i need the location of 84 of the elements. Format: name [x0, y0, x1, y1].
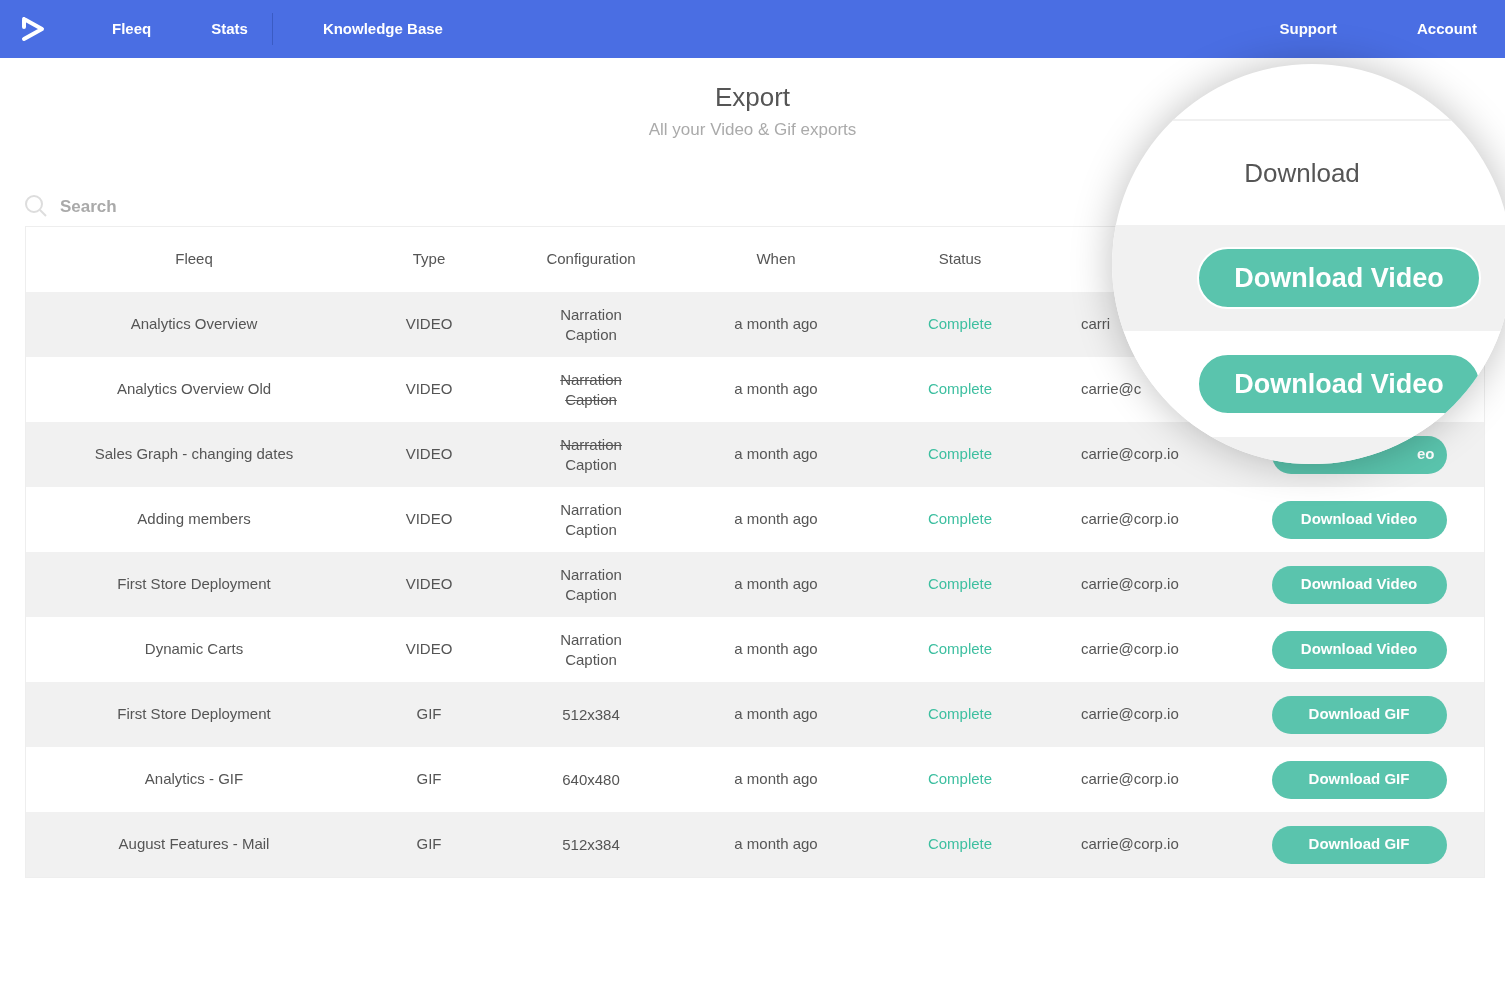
status-text: Complete	[927, 315, 993, 333]
user-email: carrie@corp.io	[1081, 510, 1179, 528]
fleeq-name: Analytics - GIF	[144, 770, 244, 788]
configuration-option: Narration	[496, 629, 686, 650]
fleeq-name: August Features - Mail	[118, 835, 270, 853]
page-subtitle: All your Video & Gif exports	[647, 119, 858, 141]
status-text: Complete	[927, 510, 993, 528]
configuration-option: Caption	[496, 649, 686, 670]
column-header: Type	[412, 250, 446, 268]
search-icon	[24, 194, 48, 219]
nav-link[interactable]: Knowledge Base	[322, 17, 443, 41]
fleeq-name: Sales Graph - changing dates	[94, 445, 294, 463]
user-email: carrie@corp.io	[1081, 705, 1179, 723]
status-text: Complete	[927, 770, 993, 788]
configuration-option: 512x384	[496, 704, 686, 725]
export-type: GIF	[416, 770, 442, 788]
search-field[interactable]: Search	[58, 192, 358, 220]
download-button[interactable]: Download GIF	[1271, 695, 1447, 734]
status-text: Complete	[927, 380, 993, 398]
export-time: a month ago	[734, 705, 818, 723]
configuration-option: Caption	[496, 389, 686, 410]
configuration-option: Narration	[496, 434, 686, 455]
user-email: carrie@corp.io	[1081, 445, 1179, 463]
user-email: carrie@corp.io	[1081, 575, 1179, 593]
export-type: VIDEO	[405, 315, 453, 333]
fleeq-name: First Store Deployment	[117, 705, 271, 723]
export-time: a month ago	[734, 640, 818, 658]
status-text: Complete	[927, 835, 993, 853]
download-button[interactable]: Download Video	[1271, 565, 1447, 604]
user-email: carri	[1081, 315, 1111, 333]
fleeq-name: Adding members	[137, 510, 251, 528]
download-button[interactable]: Download Video	[1197, 247, 1481, 309]
configuration-option: Caption	[496, 584, 686, 605]
configuration-option: Caption	[496, 454, 686, 475]
download-button[interactable]: Download GIF	[1271, 825, 1447, 864]
configuration-option: Narration	[496, 564, 686, 585]
export-time: a month ago	[734, 380, 818, 398]
logo-icon[interactable]	[20, 15, 46, 43]
column-header: Download	[1244, 156, 1360, 190]
column-header: When	[756, 250, 796, 268]
export-time: a month ago	[734, 445, 818, 463]
user-email: carrie@corp.io	[1081, 770, 1179, 788]
nav-link[interactable]: Account	[1417, 17, 1477, 41]
export-time: a month ago	[734, 315, 818, 333]
export-time: a month ago	[734, 770, 818, 788]
user-email: carrie@corp.io	[1081, 835, 1179, 853]
export-type: VIDEO	[405, 640, 453, 658]
fleeq-name: Analytics Overview Old	[116, 380, 272, 398]
export-type: GIF	[416, 835, 442, 853]
configuration-option: 640x480	[496, 769, 686, 790]
download-button[interactable]: Download GIF	[1271, 760, 1447, 799]
status-text: Complete	[927, 705, 993, 723]
export-type: VIDEO	[405, 445, 453, 463]
column-header: Configuration	[546, 250, 636, 268]
configuration-option: Caption	[496, 324, 686, 345]
nav-link[interactable]: Fleeq	[112, 17, 152, 41]
status-text: Complete	[927, 575, 993, 593]
export-time: a month ago	[734, 510, 818, 528]
download-button[interactable]: Download Video	[1271, 630, 1447, 669]
export-type: VIDEO	[405, 510, 453, 528]
fleeq-name: First Store Deployment	[117, 575, 271, 593]
fleeq-name: Dynamic Carts	[144, 640, 244, 658]
export-type: VIDEO	[405, 575, 453, 593]
nav-link[interactable]: Support	[1279, 17, 1337, 41]
export-type: GIF	[416, 705, 442, 723]
export-time: a month ago	[734, 835, 818, 853]
configuration-option: Narration	[496, 499, 686, 520]
export-type: VIDEO	[405, 380, 453, 398]
user-email: carrie@c	[1081, 380, 1142, 398]
user-email: carrie@corp.io	[1081, 640, 1179, 658]
status-text: Complete	[927, 445, 993, 463]
fleeq-name: Analytics Overview	[130, 315, 258, 333]
configuration-option: Narration	[496, 304, 686, 325]
download-button[interactable]: Download Video	[1271, 500, 1447, 539]
column-header: Fleeq	[175, 250, 213, 268]
status-text: Complete	[927, 640, 993, 658]
configuration-option: Caption	[496, 519, 686, 540]
page-title: Export	[713, 81, 792, 114]
configuration-option: 512x384	[496, 834, 686, 855]
configuration-option: Narration	[496, 369, 686, 390]
download-button[interactable]: Download Video	[1197, 353, 1481, 415]
nav-link[interactable]: Stats	[211, 17, 248, 41]
export-time: a month ago	[734, 575, 818, 593]
column-header: Status	[938, 250, 982, 268]
